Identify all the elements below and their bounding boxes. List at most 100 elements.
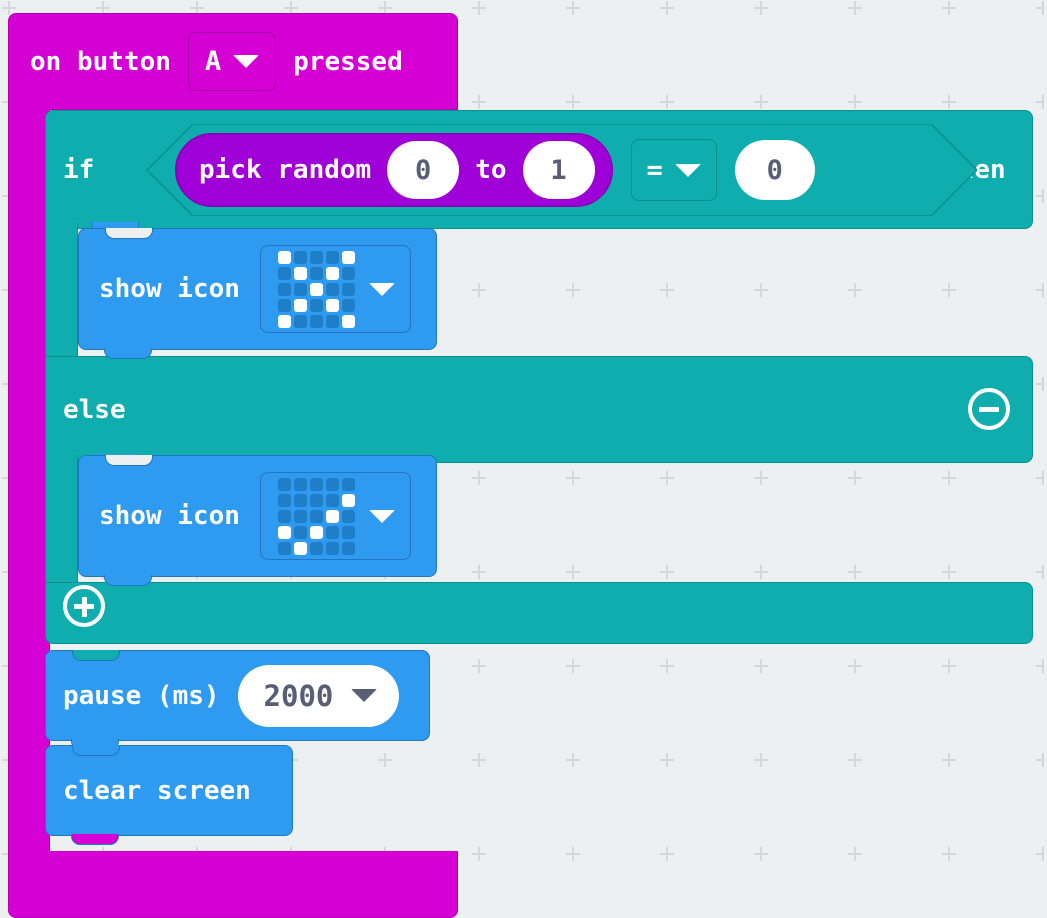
pause-duration-value: 2000 <box>263 678 334 713</box>
clear-screen-row: clear screen <box>46 746 292 835</box>
led-cell <box>309 541 323 555</box>
led-cell <box>277 509 291 523</box>
chevron-down-icon <box>233 55 260 68</box>
led-cell <box>325 314 339 328</box>
clear-screen-label: clear screen <box>63 775 251 806</box>
chevron-down-icon <box>674 163 701 177</box>
show-icon-label: show icon <box>99 501 240 531</box>
led-cell <box>293 493 307 507</box>
led-cell <box>293 250 307 264</box>
comparison-operator-value: = <box>646 154 663 186</box>
led-cell <box>341 493 355 507</box>
block-top-notch <box>72 649 120 661</box>
pick-random-min-input[interactable]: 0 <box>387 141 460 199</box>
led-cell <box>277 282 291 296</box>
led-matrix-dropdown-false[interactable] <box>259 472 411 560</box>
led-cell <box>293 298 307 312</box>
equality-comparison-block[interactable]: pick random 0 to 1 = 0 <box>147 124 977 216</box>
led-matrix-dropdown-true[interactable] <box>259 245 411 333</box>
led-cell <box>309 250 323 264</box>
led-matrix-preview-true <box>277 250 355 328</box>
else-branch-bar[interactable] <box>45 356 1033 463</box>
led-cell <box>325 250 339 264</box>
led-cell <box>325 493 339 507</box>
led-cell <box>341 509 355 523</box>
led-cell <box>341 314 355 328</box>
clear-screen-bottom-notch <box>71 834 119 845</box>
led-cell <box>341 266 355 280</box>
led-cell <box>341 525 355 539</box>
led-cell <box>309 493 323 507</box>
pick-random-block[interactable]: pick random 0 to 1 <box>175 133 613 207</box>
button-select-dropdown[interactable]: A <box>187 32 277 91</box>
led-cell <box>325 298 339 312</box>
else-keyword-label: else <box>63 394 126 425</box>
show-icon-block-else-branch[interactable]: show icon <box>78 454 437 577</box>
led-cell <box>277 266 291 280</box>
led-cell <box>309 509 323 523</box>
show-icon-true-bottom-notch <box>104 348 152 359</box>
event-label-prefix: on button <box>30 46 171 77</box>
pick-random-max-input[interactable]: 1 <box>522 141 595 199</box>
led-cell <box>293 282 307 296</box>
plus-circle-icon[interactable] <box>63 585 105 627</box>
show-icon-block-true-branch[interactable]: show icon <box>78 227 437 350</box>
led-cell <box>277 298 291 312</box>
chevron-down-icon <box>368 282 395 296</box>
led-cell <box>293 314 307 328</box>
button-select-value: A <box>204 46 222 77</box>
led-cell <box>277 477 291 491</box>
led-cell <box>309 314 323 328</box>
led-cell <box>277 525 291 539</box>
minus-bar <box>979 407 999 412</box>
led-cell <box>293 525 307 539</box>
if-branch-left-arm <box>45 223 78 363</box>
led-cell <box>341 477 355 491</box>
led-cell <box>341 282 355 296</box>
chevron-down-icon <box>368 509 395 523</box>
event-label-suffix: pressed <box>293 46 403 77</box>
event-block-label-row: on button A pressed <box>30 13 403 110</box>
pick-random-label: pick random <box>199 155 372 185</box>
led-cell <box>325 477 339 491</box>
minus-circle-icon[interactable] <box>968 388 1010 430</box>
block-top-notch <box>105 227 153 239</box>
pause-row: pause (ms) 2000 <box>46 651 429 740</box>
led-cell <box>293 509 307 523</box>
led-cell <box>309 298 323 312</box>
led-cell <box>325 509 339 523</box>
led-cell <box>341 298 355 312</box>
led-cell <box>293 477 307 491</box>
led-cell <box>325 541 339 555</box>
comparison-operator-dropdown[interactable]: = <box>630 139 717 201</box>
led-cell <box>293 541 307 555</box>
show-icon-false-bottom-notch <box>104 575 152 586</box>
pick-random-to-label: to <box>475 155 507 185</box>
led-cell <box>325 282 339 296</box>
else-branch-left-arm <box>45 455 78 592</box>
show-icon-label: show icon <box>99 274 240 304</box>
led-cell <box>293 266 307 280</box>
led-cell <box>277 314 291 328</box>
led-cell <box>325 525 339 539</box>
led-cell <box>277 541 291 555</box>
chevron-down-icon <box>351 689 378 702</box>
led-cell <box>277 250 291 264</box>
show-icon-row-false: show icon <box>79 456 436 576</box>
clear-screen-block[interactable]: clear screen <box>45 744 293 836</box>
led-cell <box>277 493 291 507</box>
led-cell <box>309 282 323 296</box>
led-cell <box>325 266 339 280</box>
show-icon-row-true: show icon <box>79 229 436 349</box>
led-cell <box>341 541 355 555</box>
pause-block[interactable]: pause (ms) 2000 <box>45 649 430 741</box>
if-block-footer[interactable] <box>45 582 1033 644</box>
if-keyword-label: if <box>63 154 95 185</box>
led-cell <box>309 477 323 491</box>
led-matrix-preview-false <box>277 477 355 555</box>
led-cell <box>341 250 355 264</box>
pause-label: pause (ms) <box>63 680 220 711</box>
comparison-right-operand-input[interactable]: 0 <box>734 140 815 200</box>
block-top-notch <box>105 454 153 466</box>
pause-duration-dropdown[interactable]: 2000 <box>237 664 400 727</box>
